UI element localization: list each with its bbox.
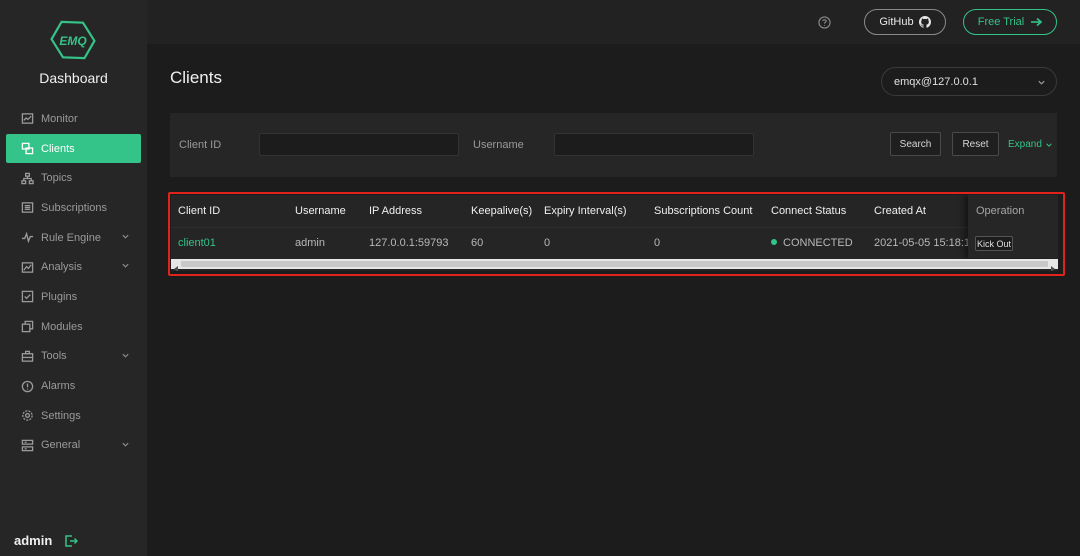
sidebar-item-label: Analysis (41, 261, 82, 274)
github-label: GitHub (879, 16, 914, 28)
sidebar-item-label: Subscriptions (41, 201, 108, 214)
sidebar-item-label: Topics (41, 172, 73, 185)
arrow-right-icon (1031, 17, 1043, 27)
highlight-box (168, 192, 1065, 276)
reset-button[interactable]: Reset (952, 132, 999, 156)
sidebar-item-subscriptions[interactable]: Subscriptions (0, 193, 147, 223)
sidebar-item-topics[interactable]: Topics (0, 163, 147, 193)
top-bar: GitHub Free Trial (147, 0, 1080, 44)
sidebar-item-plugins[interactable]: Plugins (0, 282, 147, 312)
expand-toggle[interactable]: Expand (1008, 139, 1053, 150)
chevron-down-icon (1046, 142, 1052, 147)
sidebar-nav: Monitor Clients Topics Subscriptions Rul… (0, 104, 147, 460)
search-button[interactable]: Search (890, 132, 941, 156)
username-label: Username (473, 139, 524, 151)
help-icon[interactable] (818, 16, 831, 29)
chevron-down-icon (1037, 78, 1046, 87)
sidebar-item-alarms[interactable]: Alarms (0, 371, 147, 401)
plugins-icon (20, 290, 34, 304)
sidebar-item-modules[interactable]: Modules (0, 312, 147, 342)
sidebar-item-rule-engine[interactable]: Rule Engine (0, 223, 147, 253)
username-input[interactable] (554, 133, 754, 156)
clients-icon (20, 142, 34, 156)
sidebar-item-clients[interactable]: Clients (6, 133, 141, 164)
chevron-down-icon (121, 351, 130, 360)
free-trial-label: Free Trial (977, 16, 1025, 28)
brand-title: Dashboard (39, 70, 108, 86)
sidebar-item-label: Clients (41, 142, 75, 155)
sidebar-item-label: Tools (41, 350, 67, 363)
free-trial-button[interactable]: Free Trial (963, 9, 1057, 35)
sidebar-item-label: General (41, 439, 81, 452)
sidebar-item-monitor[interactable]: Monitor (0, 104, 147, 134)
sidebar-item-general[interactable]: General (0, 431, 147, 461)
sidebar-item-tools[interactable]: Tools (0, 342, 147, 372)
filter-bar: Client ID Username Search Reset Expand (170, 113, 1057, 177)
emq-logo[interactable]: EMQ (50, 18, 96, 62)
github-button[interactable]: GitHub (864, 9, 946, 35)
node-select-value: emqx@127.0.0.1 (894, 75, 978, 88)
settings-icon (20, 409, 34, 423)
chevron-down-icon (121, 232, 130, 241)
github-icon (918, 16, 931, 28)
alarms-icon (20, 379, 34, 393)
analysis-icon (20, 260, 34, 274)
sidebar-item-analysis[interactable]: Analysis (0, 252, 147, 282)
sidebar: EMQ Dashboard Monitor Clients Topics Sub… (0, 0, 147, 556)
general-icon (20, 438, 34, 452)
subscriptions-icon (20, 201, 34, 215)
topics-icon (20, 171, 34, 185)
rule-engine-icon (20, 231, 34, 245)
monitor-icon (20, 112, 34, 126)
sidebar-item-label: Rule Engine (41, 231, 101, 244)
sidebar-item-label: Modules (41, 320, 83, 333)
tools-icon (20, 349, 34, 363)
chevron-down-icon (121, 440, 130, 449)
sidebar-item-label: Settings (41, 409, 81, 422)
chevron-down-icon (121, 261, 130, 270)
sidebar-item-label: Alarms (41, 380, 76, 393)
modules-icon (20, 320, 34, 334)
sidebar-item-label: Plugins (41, 290, 78, 303)
sidebar-item-label: Monitor (41, 112, 78, 125)
node-select[interactable]: emqx@127.0.0.1 (881, 67, 1057, 96)
logout-icon[interactable] (64, 534, 79, 548)
user-info: admin (14, 533, 79, 548)
username: admin (14, 533, 53, 548)
page-title: Clients (170, 68, 222, 87)
client-id-label: Client ID (179, 139, 222, 151)
sidebar-item-settings[interactable]: Settings (0, 401, 147, 431)
expand-label: Expand (1008, 139, 1042, 150)
svg-text:EMQ: EMQ (59, 34, 87, 48)
client-id-input[interactable] (259, 133, 459, 156)
